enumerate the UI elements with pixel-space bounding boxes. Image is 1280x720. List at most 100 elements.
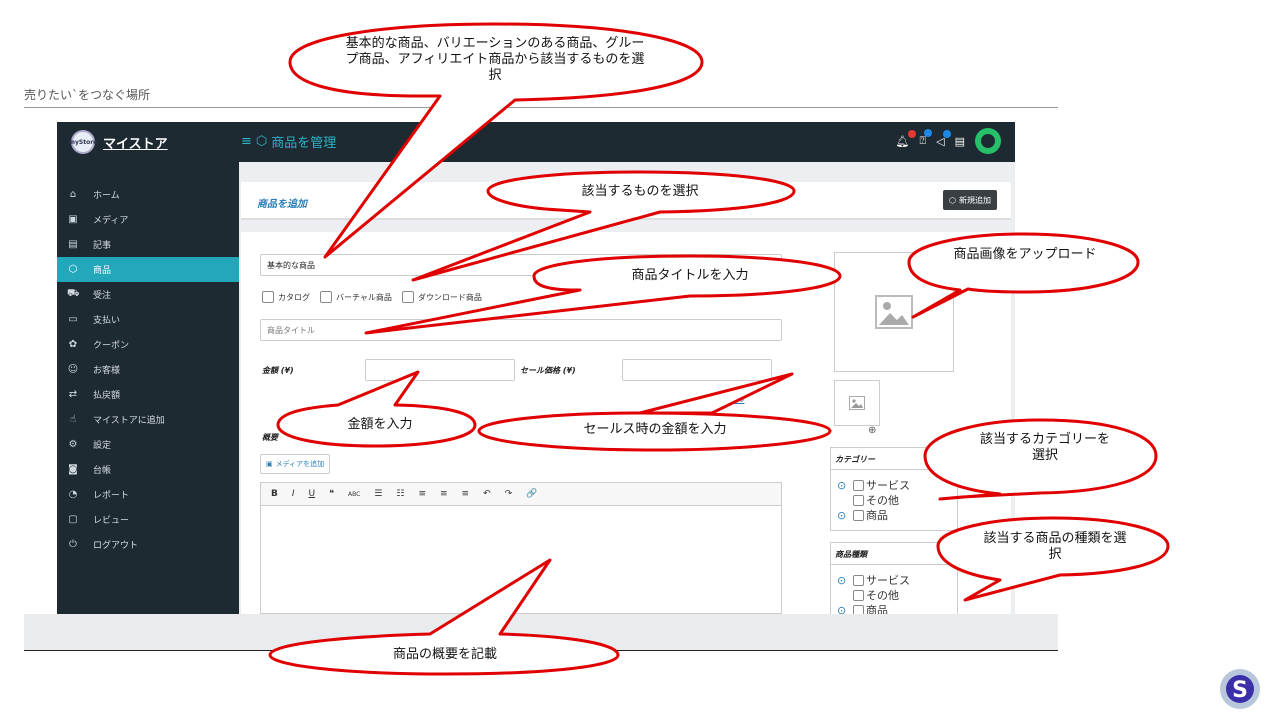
editor-tool-button[interactable]: ↷ <box>505 489 513 499</box>
editor-tool-button[interactable]: ABC <box>348 491 360 498</box>
sidebar-item[interactable]: ▤ 記事 <box>57 232 239 257</box>
tree-checkbox[interactable] <box>853 605 864 614</box>
settings-icon: ⚙ <box>68 439 78 450</box>
sidebar-item-label: 台帳 <box>93 466 112 476</box>
top-divider <box>24 107 1058 108</box>
product-options: カタログ バーチャル商品 ダウンロード商品 <box>262 291 482 303</box>
sidebar-item-label: ログアウト <box>93 541 139 551</box>
brand-logo: myStore <box>69 130 97 154</box>
editor-tool-button[interactable]: ↶ <box>483 489 491 499</box>
sidebar-item[interactable]: ⬡ 商品 <box>57 257 239 282</box>
megaphone-icon[interactable]: ◁ <box>936 129 951 148</box>
sidebar-item[interactable]: ⏻ ログアウト <box>57 532 239 557</box>
editor-tool-button[interactable]: ≡ <box>418 489 426 499</box>
help-icon[interactable]: ⍰ <box>920 129 933 148</box>
ledger-icon: ◙ <box>68 464 78 475</box>
sidebar-item[interactable]: ⚙ 設定 <box>57 432 239 457</box>
sidebar-item-label: 記事 <box>93 241 112 251</box>
sidebar-item[interactable]: ☝ マイストアに追加 <box>57 407 239 432</box>
page-title: 商品を追加 <box>257 199 307 210</box>
sidebar-item-label: レビュー <box>93 516 130 526</box>
tree-item[interactable]: その他 <box>837 588 951 603</box>
expand-arrow-icon[interactable]: ⊙ <box>837 508 851 523</box>
menu-icon[interactable]: ≡ <box>241 134 252 149</box>
tree-item[interactable]: ⊙ サービス <box>837 478 951 493</box>
new-button[interactable]: ⬡ 新規追加 <box>943 190 997 210</box>
add-media-label: メディアを追加 <box>275 460 325 468</box>
main-image-upload[interactable] <box>834 252 954 372</box>
sidebar-item[interactable]: ▭ 支払い <box>57 307 239 332</box>
option-checkbox[interactable]: カタログ <box>262 291 310 303</box>
editor-tool-button[interactable]: U <box>309 489 316 499</box>
price-label: 金額 (¥) <box>262 366 294 375</box>
expand-arrow-icon[interactable]: ⊙ <box>837 478 851 493</box>
editor-toolbar: B I U ❝ ABC ☰ ☷ ≡ ≡ ≡ ↶ ↷ 🔗 <box>260 482 782 506</box>
description-editor[interactable] <box>260 506 782 614</box>
media-icon: ▣ <box>266 460 273 468</box>
expand-arrow-icon[interactable]: ⊙ <box>837 603 851 614</box>
tree-item[interactable]: ⊙ サービス <box>837 573 951 588</box>
sidebar-item[interactable]: ⇄ 払戻額 <box>57 382 239 407</box>
add-image-icon[interactable]: ⊕ <box>868 425 876 436</box>
tree-item-label: その他 <box>866 589 899 602</box>
calendar-icon[interactable]: ▤ <box>955 135 965 148</box>
product-kind-panel-title: 商品種類 <box>831 543 957 565</box>
image-placeholder-icon <box>875 295 913 329</box>
tree-checkbox[interactable] <box>853 590 864 601</box>
product-kind-panel: 商品種類 ⊙ サービスその他 ⊙ 商品 <box>830 542 958 614</box>
tree-checkbox[interactable] <box>853 495 864 506</box>
avatar[interactable] <box>975 128 1001 154</box>
editor-tool-button[interactable]: ≡ <box>462 489 470 499</box>
sidebar-item[interactable]: ▣ メディア <box>57 207 239 232</box>
sidebar-item[interactable]: ✿ クーポン <box>57 332 239 357</box>
sidebar-item-label: 払戻額 <box>93 391 121 401</box>
tree-checkbox[interactable] <box>853 480 864 491</box>
option-checkbox[interactable]: ダウンロード商品 <box>401 291 482 303</box>
tree-item-label: サービス <box>866 574 910 587</box>
sidebar-item[interactable]: ◙ 台帳 <box>57 457 239 482</box>
gallery-image-upload[interactable] <box>834 380 880 426</box>
editor-tool-button[interactable]: ☰ <box>374 489 382 499</box>
editor-tool-button[interactable]: 🔗 <box>526 489 537 499</box>
sidebar: myStore マイストア ⌂ ホーム ▣ メディア ▤ 記事 ⬡ 商品 ⛟ 受注 ▭ 支払い ✿ クーポ… <box>57 122 239 614</box>
tree-item[interactable]: その他 <box>837 493 951 508</box>
add-media-button[interactable]: ▣ メディアを追加 <box>260 454 331 474</box>
sidebar-item-label: 受注 <box>93 291 112 301</box>
report-icon: ◔ <box>68 489 78 500</box>
tree-item-label: その他 <box>866 494 899 507</box>
editor-tool-button[interactable]: ☷ <box>396 489 404 499</box>
editor-tool-button[interactable]: ≡ <box>440 489 448 499</box>
sale-price-label: セール価格 (¥) <box>520 366 576 375</box>
schedule-link[interactable]: スケジュール <box>697 394 744 405</box>
sidebar-item-label: クーポン <box>93 341 130 351</box>
sidebar-item[interactable]: ⌂ ホーム <box>57 182 239 207</box>
price-input[interactable] <box>365 359 515 381</box>
sale-price-input[interactable] <box>622 359 772 381</box>
product-title-input[interactable]: 商品タイトル <box>260 319 782 341</box>
sidebar-item[interactable]: ▢ レビュー <box>57 507 239 532</box>
editor-tool-button[interactable]: ❝ <box>329 489 334 499</box>
checkbox-box[interactable] <box>320 291 332 303</box>
notification-badge <box>907 129 916 138</box>
checkbox-box[interactable] <box>401 291 414 303</box>
callout-enter-title-text: 商品タイトルを入力 <box>631 268 749 283</box>
tree-checkbox[interactable] <box>853 510 864 521</box>
tree-item[interactable]: ⊙ 商品 <box>837 603 951 614</box>
product-type-value: 基本的な商品 <box>267 261 315 270</box>
brand-name[interactable]: マイストア <box>103 133 168 152</box>
brand[interactable]: myStore マイストア <box>69 130 168 154</box>
option-checkbox[interactable]: バーチャル商品 <box>320 291 392 303</box>
editor-tool-button[interactable]: I <box>292 489 295 499</box>
notification-icon[interactable]: 🔔︎ <box>896 129 916 148</box>
checkbox-box[interactable] <box>262 291 274 303</box>
expand-arrow-icon[interactable]: ⊙ <box>837 573 851 588</box>
callout-select-applicable-text: 該当するものを選択 <box>581 184 699 199</box>
editor-tool-button[interactable]: B <box>271 489 278 499</box>
sidebar-item[interactable]: ☺ お客様 <box>57 357 239 382</box>
sidebar-item[interactable]: ⛟ 受注 <box>57 282 239 307</box>
tree-item-label: サービス <box>866 479 910 492</box>
sidebar-item[interactable]: ◔ レポート <box>57 482 239 507</box>
tree-checkbox[interactable] <box>853 575 864 586</box>
tree-item[interactable]: ⊙ 商品 <box>837 508 951 523</box>
header-icons: 🔔︎ ⍰ ◁ ▤ <box>896 128 1001 154</box>
